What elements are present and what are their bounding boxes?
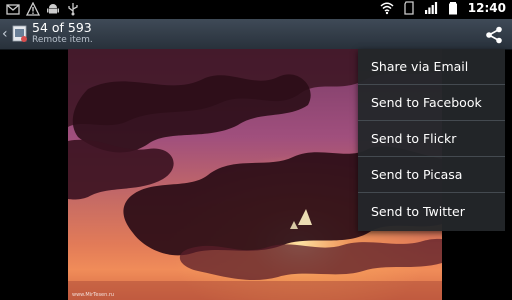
watermark-text: www.MirTesen.ru — [72, 292, 115, 298]
system-icons: 12:40 — [380, 1, 506, 15]
wifi-icon — [380, 2, 394, 15]
share-menu: Share via Email Send to Facebook Send to… — [358, 49, 505, 231]
menu-item-send-picasa[interactable]: Send to Picasa — [358, 157, 505, 193]
status-bar: 12:40 — [0, 0, 512, 19]
notification-icons — [6, 2, 80, 16]
page-title: 54 of 593 — [32, 20, 92, 35]
clock: 12:40 — [467, 1, 506, 15]
up-chevron-icon[interactable]: ‹ — [2, 26, 8, 42]
share-icon — [486, 26, 502, 44]
share-button[interactable] — [476, 21, 512, 49]
action-bar: ‹ 54 of 593 Remote item. — [0, 19, 512, 50]
menu-item-share-email[interactable]: Share via Email — [358, 49, 505, 85]
battery-icon — [448, 2, 457, 15]
menu-item-send-twitter[interactable]: Send to Twitter — [358, 193, 505, 229]
warning-icon — [26, 2, 40, 16]
menu-item-send-facebook[interactable]: Send to Facebook — [358, 85, 505, 121]
sd-card-icon — [404, 1, 414, 15]
gallery-app-icon[interactable] — [12, 24, 29, 43]
menu-item-send-flickr[interactable]: Send to Flickr — [358, 121, 505, 157]
usb-icon — [68, 3, 78, 16]
mail-icon — [6, 4, 20, 15]
page-subtitle: Remote item. — [32, 35, 93, 45]
signal-icon — [424, 2, 437, 14]
android-icon — [47, 4, 59, 14]
